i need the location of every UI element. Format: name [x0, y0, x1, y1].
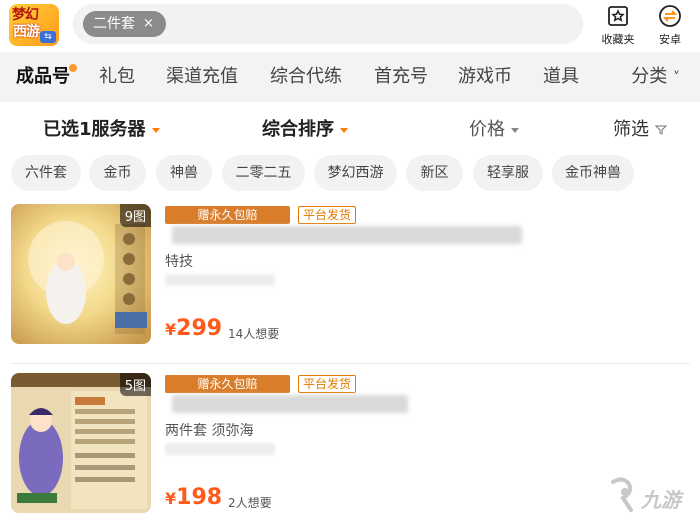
chevron-down-icon: ˅ — [673, 70, 680, 86]
tag-chip[interactable]: 神兽 — [156, 155, 212, 191]
list-item[interactable]: 9图 赠永久包赔 平台发货 特技 ¥299 14人想要 — [0, 204, 700, 364]
caret-down-icon — [511, 127, 519, 133]
android-button[interactable]: 安卓 — [646, 4, 694, 48]
screen-filter-label: 筛选 — [613, 119, 649, 140]
favorites-label: 收藏夹 — [601, 33, 635, 46]
watermark-logo: 九游 — [605, 474, 685, 520]
search-chip-label: 二件套 — [93, 16, 135, 32]
swap-icon: ⇆ — [40, 31, 56, 43]
category-tab-3[interactable]: 综合代练 — [270, 64, 342, 90]
tag-chip[interactable]: 新区 — [406, 155, 463, 191]
quick-tags: 六件套 金币 神兽 二零二五 梦幻西游 新区 轻享服 金币神兽 — [0, 155, 700, 193]
tag-chip[interactable]: 金币神兽 — [552, 155, 634, 191]
wanted-count: 2人想要 — [228, 496, 272, 510]
tag-chip[interactable]: 金币 — [89, 155, 146, 191]
listing-subtitle: 特技 — [165, 254, 193, 270]
listing-price: ¥198 — [165, 485, 222, 510]
category-tab-2[interactable]: 渠道充值 — [166, 64, 238, 90]
search-chip[interactable]: 二件套 × — [83, 11, 166, 37]
currency-symbol: ¥ — [165, 489, 177, 508]
listing-price: ¥299 — [165, 316, 222, 341]
tag-chip[interactable]: 轻享服 — [473, 155, 543, 191]
filter-bar: 已选1服务器 综合排序 价格 筛选 — [0, 102, 700, 152]
listing-subtitle: 两件套 须弥海 — [165, 423, 254, 439]
category-tab-0[interactable]: 成品号 — [16, 64, 70, 90]
image-count-badge: 9图 — [119, 204, 151, 227]
price-value: 299 — [176, 316, 223, 341]
guarantee-badge: 赠永久包赔 — [165, 375, 290, 393]
android-swap-icon — [659, 5, 681, 27]
platform-badge: 平台发货 — [298, 375, 357, 393]
listing-meta-redacted — [165, 443, 275, 455]
filter-funnel-icon — [654, 125, 667, 135]
screen-filter-button[interactable]: 筛选 — [613, 118, 667, 142]
price-value: 198 — [176, 485, 223, 510]
android-label: 安卓 — [659, 33, 681, 46]
caret-down-icon — [340, 127, 348, 133]
tag-chip[interactable]: 二零二五 — [222, 155, 305, 191]
search-input[interactable]: 二件套 × — [73, 4, 583, 44]
price-sort-button[interactable]: 价格 — [469, 118, 519, 142]
guarantee-badge: 赠永久包赔 — [165, 206, 290, 224]
sort-button[interactable]: 综合排序 — [262, 118, 348, 142]
category-nav: 成品号 礼包 渠道充值 综合代练 首充号 游戏币 道具 分类 ˅ — [0, 52, 700, 102]
category-tab-6[interactable]: 道具 — [543, 64, 579, 90]
listing-thumbnail[interactable]: 9图 — [11, 204, 151, 344]
close-icon[interactable]: × — [143, 11, 154, 37]
tag-chip[interactable]: 六件套 — [11, 155, 81, 191]
list-item[interactable]: 5图 赠永久包赔 平台发货 两件套 须弥海 ¥198 2人想要 — [0, 373, 700, 524]
image-count-badge: 5图 — [119, 373, 151, 396]
star-bookmark-icon — [608, 6, 628, 26]
listing-title-redacted — [172, 395, 408, 413]
category-more-label: 分类 — [631, 66, 668, 87]
divider — [10, 363, 690, 364]
category-tab-1[interactable]: 礼包 — [99, 64, 135, 90]
listing-title-redacted — [172, 226, 522, 244]
app-logo[interactable]: 梦幻 西游 ⇆ — [9, 4, 59, 46]
category-more-button[interactable]: 分类 ˅ — [631, 64, 680, 91]
sort-label: 综合排序 — [262, 119, 334, 140]
platform-badge: 平台发货 — [298, 206, 357, 224]
caret-down-icon — [151, 127, 160, 133]
new-indicator-dot — [69, 64, 77, 72]
watermark-text: 九游 — [641, 488, 681, 512]
price-sort-label: 价格 — [469, 119, 505, 140]
listing-thumbnail[interactable]: 5图 — [11, 373, 151, 513]
top-bar: 梦幻 西游 ⇆ 二件套 × 收藏夹 安卓 — [0, 0, 700, 52]
app-logo-text-1: 梦幻 — [12, 7, 39, 23]
server-filter-label: 已选1服务器 — [43, 119, 146, 140]
favorites-button[interactable]: 收藏夹 — [594, 4, 642, 48]
wanted-count: 14人想要 — [228, 327, 280, 341]
currency-symbol: ¥ — [165, 320, 177, 339]
category-tab-4[interactable]: 首充号 — [374, 64, 428, 90]
app-logo-text-2: 西游 — [13, 24, 40, 40]
server-filter-button[interactable]: 已选1服务器 — [43, 118, 160, 142]
listing-meta-redacted — [165, 274, 275, 286]
tag-chip[interactable]: 梦幻西游 — [314, 155, 397, 191]
category-tab-5[interactable]: 游戏币 — [458, 64, 512, 90]
